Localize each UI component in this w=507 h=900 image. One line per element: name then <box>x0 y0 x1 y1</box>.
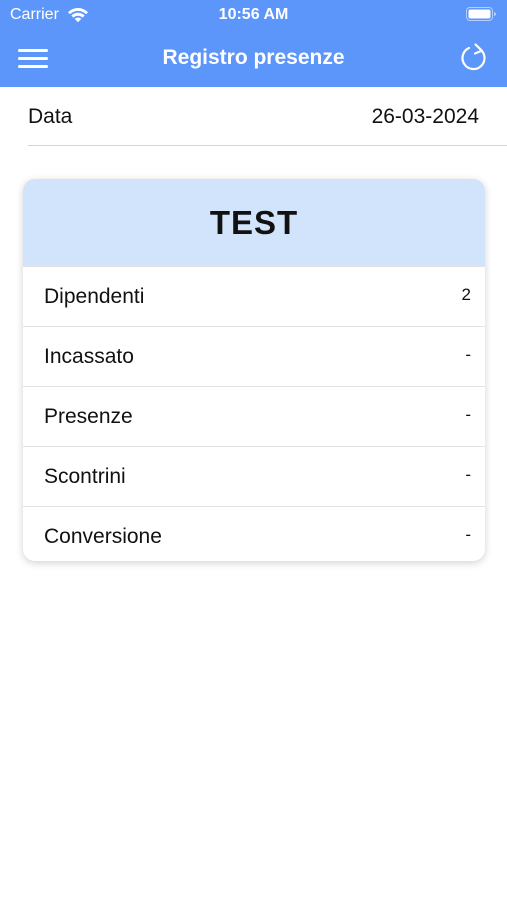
row-value: - <box>465 465 471 484</box>
card-row-dipendenti: Dipendenti 2 <box>23 266 485 326</box>
status-time: 10:56 AM <box>218 6 289 23</box>
row-value: - <box>465 345 471 364</box>
row-value: - <box>465 525 471 544</box>
battery-icon <box>466 7 496 21</box>
row-label: Scontrini <box>44 465 126 488</box>
card-row-scontrini: Scontrini - <box>23 446 485 506</box>
refresh-icon[interactable] <box>457 41 491 75</box>
card-header: TEST <box>23 179 485 266</box>
card-row-incassato: Incassato - <box>23 326 485 386</box>
row-value: - <box>465 405 471 424</box>
top-bar: Carrier 10:56 AM Registro presenze <box>0 0 507 87</box>
card-row-conversione: Conversione - <box>23 506 485 561</box>
card-title: TEST <box>209 204 299 241</box>
date-row: Data 26-03-2024 <box>28 88 507 146</box>
row-label: Presenze <box>44 405 133 428</box>
navigation-bar: Registro presenze <box>0 30 507 87</box>
row-label: Incassato <box>44 345 134 368</box>
date-value[interactable]: 26-03-2024 <box>372 104 479 130</box>
store-summary-card: TEST Dipendenti 2 Incassato - Presenze -… <box>23 179 485 561</box>
card-row-presenze: Presenze - <box>23 386 485 446</box>
page-title: Registro presenze <box>162 46 345 69</box>
hamburger-menu-icon[interactable] <box>16 45 50 72</box>
date-label: Data <box>28 105 73 128</box>
row-label: Conversione <box>44 525 162 548</box>
status-bar: Carrier 10:56 AM <box>0 0 507 30</box>
row-label: Dipendenti <box>44 285 145 308</box>
row-value: 2 <box>461 285 471 304</box>
